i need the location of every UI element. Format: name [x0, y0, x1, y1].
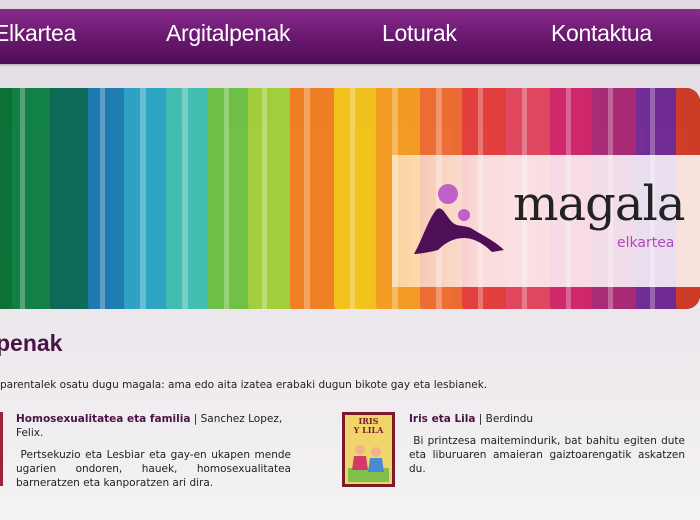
book-sep-1: |: [190, 413, 201, 425]
main-nav: Elkartea Argitalpenak Loturak Kontaktua: [0, 9, 700, 64]
logo-subtitle: elkartea: [617, 235, 675, 251]
page-title: penak: [0, 330, 63, 356]
book-entry-2: Iris eta Lila | Berdindu Bi printzesa ma…: [409, 412, 685, 476]
nav-item-argitalpenak[interactable]: Argitalpenak: [166, 20, 291, 47]
magala-logo-icon: [414, 184, 504, 254]
book-description-1: Pertsekuzio eta Lesbiar eta gay-en ukape…: [16, 449, 292, 489]
nav-item-elkartea[interactable]: Elkartea: [0, 20, 76, 47]
book-entry-1: Homosexualitatea eta familia | Sanchez L…: [16, 412, 291, 490]
nav-item-loturak[interactable]: Loturak: [382, 20, 457, 47]
cover-title: IRIS Y LILA: [353, 416, 384, 435]
nav-item-kontaktua[interactable]: Kontaktua: [551, 20, 652, 47]
book-heading-1: Homosexualitatea eta familia | Sanchez L…: [16, 412, 291, 440]
book-cover-1[interactable]: [0, 412, 3, 486]
book-title-2[interactable]: Iris eta Lila: [409, 413, 475, 425]
logo-wordmark: magala: [513, 176, 685, 232]
book-heading-2: Iris eta Lila | Berdindu: [409, 412, 685, 426]
cover-illustration-icon: [348, 445, 389, 482]
book-description-2: Bi printzesa maitemindurik, bat bahitu e…: [409, 435, 686, 475]
intro-text: parentalek osatu dugu magala: ama edo ai…: [0, 379, 488, 391]
book-sep-2: |: [475, 413, 486, 425]
book-title-1[interactable]: Homosexualitatea eta familia: [16, 413, 190, 425]
book-cover-2[interactable]: IRIS Y LILA: [342, 412, 395, 487]
book-author-2: Berdindu: [485, 413, 534, 425]
